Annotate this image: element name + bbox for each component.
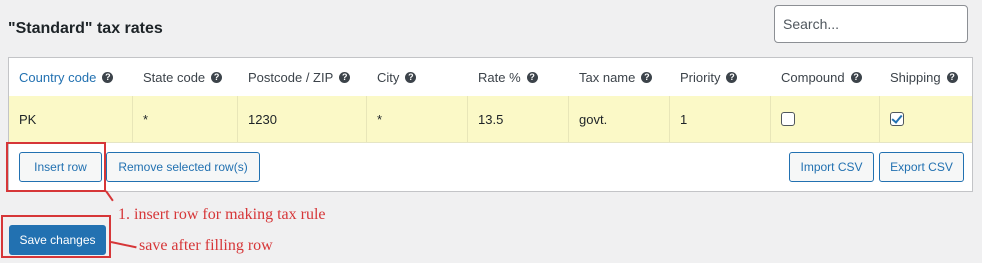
help-icon[interactable]: ? [405, 71, 417, 83]
column-header-city[interactable]: City? [367, 58, 468, 96]
tax-rates-table: Country code? State code? Postcode / ZIP… [8, 57, 973, 192]
column-header-country-code[interactable]: Country code? [9, 58, 133, 96]
help-icon[interactable]: ? [946, 71, 958, 83]
search-input[interactable] [774, 5, 968, 43]
city-cell[interactable]: * [367, 96, 468, 142]
column-label: State code [143, 69, 206, 85]
save-annotation: save after filling row [139, 237, 273, 254]
shipping-cell [880, 96, 972, 142]
column-label: Postcode / ZIP [248, 69, 334, 85]
compound-cell [771, 96, 880, 142]
column-label: Rate % [478, 69, 521, 85]
column-header-tax-name[interactable]: Tax name? [569, 58, 670, 96]
country-code-cell[interactable]: PK [9, 96, 133, 142]
column-label: Priority [680, 69, 721, 85]
help-icon[interactable]: ? [850, 71, 862, 83]
import-csv-button[interactable]: Import CSV [789, 152, 874, 182]
column-label: Compound [781, 69, 845, 85]
page-title: "Standard" tax rates [8, 20, 163, 37]
postcode-cell[interactable]: 1230 [238, 96, 367, 142]
table-header: Country code? State code? Postcode / ZIP… [9, 58, 972, 97]
column-header-priority[interactable]: Priority? [670, 58, 771, 96]
shipping-checkbox[interactable] [890, 112, 904, 126]
column-header-state-code[interactable]: State code? [133, 58, 238, 96]
help-icon[interactable]: ? [641, 71, 653, 83]
help-icon[interactable]: ? [211, 71, 223, 83]
compound-checkbox[interactable] [781, 112, 795, 126]
column-label: Tax name [579, 69, 636, 85]
state-code-cell[interactable]: * [133, 96, 238, 142]
save-pointer-line [110, 241, 137, 249]
remove-selected-rows-button[interactable]: Remove selected row(s) [106, 152, 260, 182]
column-header-postcode[interactable]: Postcode / ZIP? [238, 58, 367, 96]
help-icon[interactable]: ? [102, 71, 114, 83]
table-row[interactable]: PK * 1230 * 13.5 govt. 1 [9, 96, 972, 143]
rate-cell[interactable]: 13.5 [468, 96, 569, 142]
insert-row-annotation: 1. insert row for making tax rule [118, 206, 326, 223]
column-label: Country code [19, 69, 97, 85]
insert-row-highlight-box [6, 142, 106, 192]
column-label: Shipping [890, 69, 941, 85]
column-header-rate[interactable]: Rate %? [468, 58, 569, 96]
tax-name-cell[interactable]: govt. [569, 96, 670, 142]
column-header-compound[interactable]: Compound? [771, 58, 880, 96]
save-changes-highlight-box [1, 215, 111, 258]
help-icon[interactable]: ? [726, 71, 738, 83]
column-label: City [377, 69, 400, 85]
column-header-shipping[interactable]: Shipping? [880, 58, 972, 96]
help-icon[interactable]: ? [339, 71, 351, 83]
help-icon[interactable]: ? [526, 71, 538, 83]
export-csv-button[interactable]: Export CSV [879, 152, 964, 182]
insert-row-pointer-line [105, 190, 114, 202]
priority-cell[interactable]: 1 [670, 96, 771, 142]
